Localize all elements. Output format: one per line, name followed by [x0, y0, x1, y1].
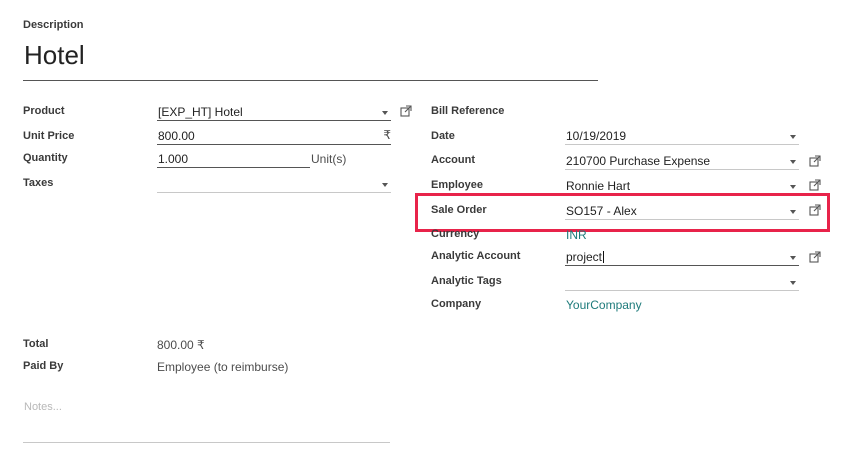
account-label: Account: [431, 154, 475, 166]
quantity-value: 1.000: [158, 152, 189, 166]
unit-price-label: Unit Price: [23, 130, 75, 142]
taxes-label: Taxes: [23, 177, 54, 189]
description-label: Description: [23, 19, 84, 31]
currency-label: Currency: [431, 228, 480, 240]
caret-down-icon[interactable]: [382, 111, 388, 115]
unit-price-value: 800.00: [158, 129, 195, 143]
product-field[interactable]: [EXP_HT] Hotel: [157, 103, 391, 121]
caret-down-icon[interactable]: [382, 183, 388, 187]
analytic-tags-label: Analytic Tags: [431, 275, 502, 287]
notes-placeholder: Notes...: [24, 401, 62, 413]
analytic-account-field[interactable]: project: [565, 248, 799, 266]
description-value: Hotel: [24, 40, 85, 70]
notes-textarea[interactable]: Notes...: [23, 398, 390, 443]
bill-reference-field[interactable]: [565, 102, 799, 120]
caret-down-icon[interactable]: [790, 135, 796, 139]
account-field[interactable]: 210700 Purchase Expense: [565, 152, 799, 170]
company-label: Company: [431, 298, 482, 310]
product-value: [EXP_HT] Hotel: [158, 105, 243, 119]
sale-order-label: Sale Order: [431, 204, 487, 216]
caret-down-icon[interactable]: [790, 185, 796, 189]
currency-value[interactable]: INR: [566, 228, 587, 242]
quantity-field[interactable]: 1.000: [157, 150, 310, 168]
employee-label: Employee: [431, 179, 483, 191]
analytic-account-label: Analytic Account: [431, 250, 521, 262]
external-link-icon[interactable]: [809, 204, 821, 216]
date-value: 10/19/2019: [566, 129, 627, 143]
caret-down-icon[interactable]: [790, 256, 796, 260]
currency-symbol: ₹: [383, 128, 391, 142]
external-link-icon[interactable]: [809, 179, 821, 191]
caret-down-icon[interactable]: [790, 210, 796, 214]
external-link-icon[interactable]: [400, 105, 412, 117]
caret-down-icon[interactable]: [790, 281, 796, 285]
description-input[interactable]: Hotel: [23, 38, 598, 81]
analytic-account-value: project: [566, 250, 603, 264]
product-label: Product: [23, 105, 65, 117]
external-link-icon[interactable]: [809, 251, 821, 263]
analytic-tags-field[interactable]: [565, 273, 799, 291]
paid-by-value: Employee (to reimburse): [157, 360, 289, 374]
total-value: 800.00 ₹: [157, 338, 205, 352]
caret-down-icon[interactable]: [790, 160, 796, 164]
sale-order-value: SO157 - Alex: [566, 204, 637, 218]
company-value[interactable]: YourCompany: [566, 298, 642, 312]
employee-value: Ronnie Hart: [566, 179, 631, 193]
bill-reference-label: Bill Reference: [431, 105, 505, 117]
quantity-uom: Unit(s): [311, 152, 347, 166]
date-label: Date: [431, 130, 455, 142]
external-link-icon[interactable]: [809, 155, 821, 167]
total-label: Total: [23, 338, 49, 350]
date-field[interactable]: 10/19/2019: [565, 127, 799, 145]
account-value: 210700 Purchase Expense: [566, 154, 711, 168]
text-cursor: [603, 251, 605, 263]
paid-by-label: Paid By: [23, 360, 64, 372]
unit-price-field[interactable]: 800.00 ₹: [157, 127, 391, 145]
taxes-field[interactable]: [157, 175, 391, 193]
sale-order-field[interactable]: SO157 - Alex: [565, 202, 799, 220]
quantity-label: Quantity: [23, 152, 68, 164]
